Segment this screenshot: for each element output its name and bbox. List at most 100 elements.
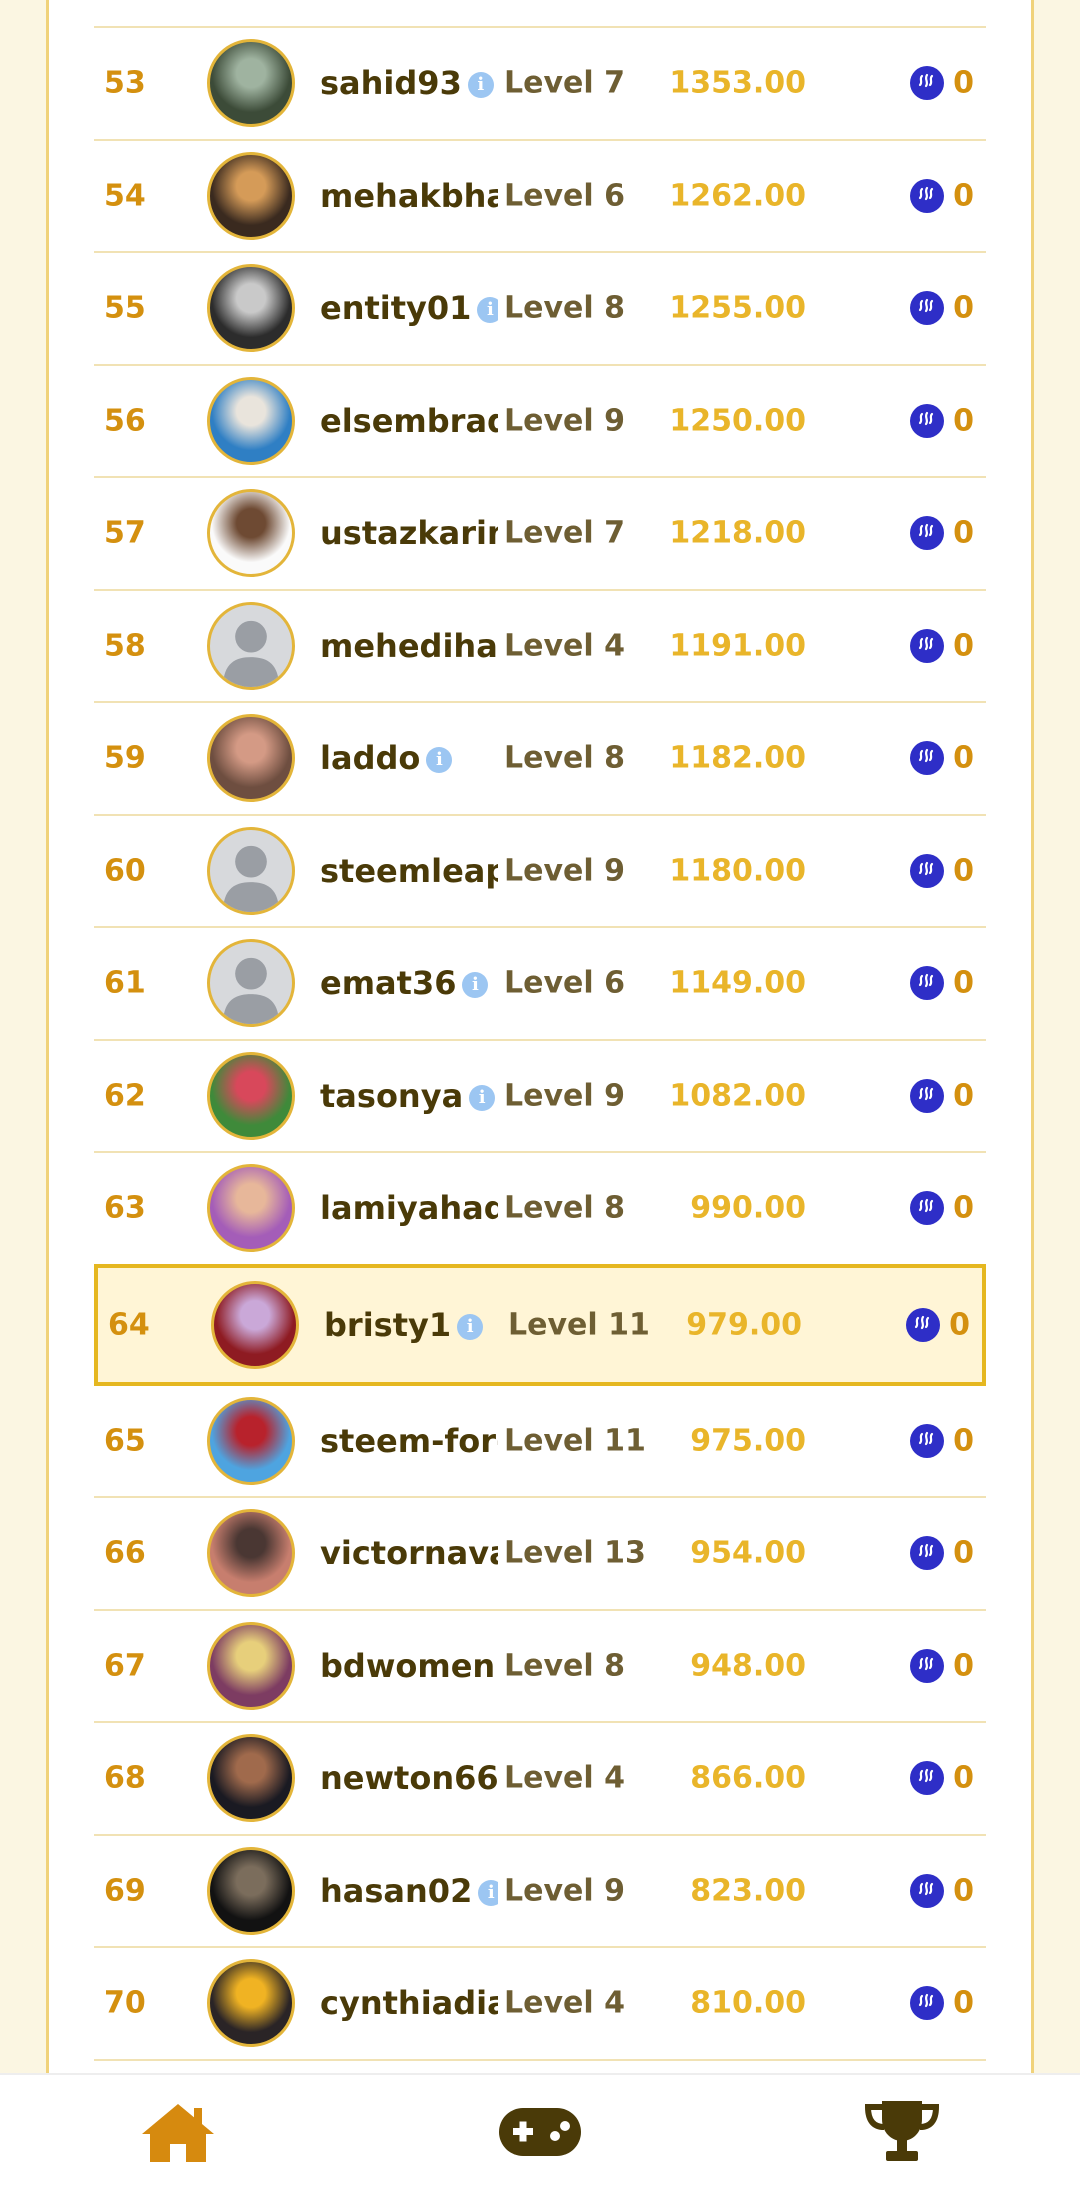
username[interactable]: mehakbhat [320,177,498,215]
avatar[interactable] [207,151,295,240]
avatar[interactable] [207,264,295,353]
level-label: Level 7 [504,515,625,551]
reward-value: 0 [953,853,974,889]
username[interactable]: bristy1 i [324,1306,502,1344]
avatar[interactable] [207,1734,295,1823]
username[interactable]: bdwomeni [320,1647,498,1685]
info-icon[interactable]: i [457,1313,484,1340]
username-text: lamiyahaq [320,1189,498,1228]
avatar[interactable] [207,1621,295,1710]
username[interactable]: cynthiadian [320,1984,498,2022]
level-label: Level 8 [504,290,625,326]
info-icon[interactable]: i [426,747,453,774]
info-icon[interactable]: i [462,972,489,999]
avatar[interactable] [207,1509,295,1598]
username[interactable]: laddo i [320,739,498,777]
username[interactable]: lamiyahaq [320,1189,498,1227]
points-value: 948.00 [690,1648,806,1684]
user-silhouette-icon [223,845,279,912]
username[interactable]: steem-for- [320,1422,498,1460]
leaderboard-row[interactable]: 65 steem-for- Level 11 975.00 0 [94,1386,986,1498]
username[interactable]: sahid93 i [320,64,498,102]
username-text: mehakbhat [320,176,498,215]
leaderboard-row[interactable]: 60 steemleap Level 9 1180.00 0 [94,816,986,928]
level-label: Level 8 [504,740,625,776]
avatar[interactable] [207,1846,295,1935]
avatar[interactable] [207,714,295,803]
username[interactable]: victornava [320,1534,498,1572]
leaderboard-row-current-user[interactable]: 64 bristy1 i Level 11 979.00 0 [94,1263,986,1386]
level-label: Level 6 [504,965,625,1001]
points-value: 1149.00 [669,965,806,1001]
points-value: 990.00 [690,1190,806,1226]
steem-coin-icon [910,628,944,663]
leaderboard-row[interactable]: 58 mehedihas Level 4 1191.00 0 [94,591,986,703]
points-value: 1262.00 [669,178,806,214]
username-text: hasan02 [320,1871,473,1910]
avatar[interactable] [207,39,295,128]
username[interactable]: emat36 i [320,964,498,1002]
points-value: 810.00 [690,1985,806,2021]
level-label: Level 11 [508,1307,650,1342]
user-silhouette-icon [223,958,279,1025]
points-value: 1182.00 [669,740,806,776]
info-icon[interactable]: i [478,1879,498,1906]
reward-value: 0 [953,1078,974,1114]
points-value: 975.00 [690,1423,806,1459]
leaderboard-row[interactable]: 70 cynthiadian Level 4 810.00 0 [94,1948,986,2061]
avatar-placeholder[interactable] [207,826,295,915]
leaderboard-row[interactable]: 63 lamiyahaq Level 8 990.00 0 [94,1153,986,1266]
leaderboard-row[interactable]: 53 sahid93 i Level 7 1353.00 0 [94,28,986,141]
username[interactable]: steemleap [320,852,498,890]
username[interactable]: ustazkarim [320,514,498,552]
points-value: 866.00 [690,1760,806,1796]
username-text: sahid93 [320,64,462,103]
nav-games-button[interactable] [440,2075,640,2189]
avatar[interactable] [207,1051,295,1140]
nav-leaderboard-button[interactable] [802,2075,1002,2189]
points-value: 1191.00 [669,628,806,664]
rank-number: 66 [104,1535,146,1571]
avatar[interactable] [207,489,295,578]
leaderboard-row[interactable]: 67 bdwomeni Level 8 948.00 0 [94,1611,986,1723]
avatar-placeholder[interactable] [207,939,295,1028]
username-text: cynthiadian [320,1984,498,2023]
leaderboard-row[interactable]: 56 elsembradc Level 9 1250.00 0 [94,366,986,478]
steem-coin-icon [910,66,944,101]
rank-number: 58 [104,628,146,664]
info-icon[interactable]: i [469,1084,496,1111]
level-label: Level 9 [504,853,625,889]
leaderboard-row[interactable]: 55 entity01 i Level 8 1255.00 0 [94,253,986,366]
leaderboard-row[interactable]: 61 emat36 i Level 6 1149.00 0 [94,928,986,1041]
nav-home-button[interactable] [78,2075,278,2189]
rank-number: 53 [104,65,146,101]
leaderboard-row[interactable]: 59 laddo i Level 8 1182.00 0 [94,703,986,816]
username[interactable]: entity01 i [320,289,498,327]
leaderboard-row[interactable]: 69 hasan02 i Level 9 823.00 0 [94,1836,986,1948]
username[interactable]: elsembradc [320,402,498,440]
rank-number: 63 [104,1190,146,1226]
level-label: Level 9 [504,1078,625,1114]
leaderboard-row[interactable]: 62 tasonya i Level 9 1082.00 0 [94,1041,986,1153]
avatar[interactable] [207,1396,295,1485]
username[interactable]: newton666 [320,1759,498,1797]
leaderboard-row[interactable]: 66 victornava Level 13 954.00 0 [94,1498,986,1611]
level-label: Level 4 [504,628,625,664]
leaderboard-row[interactable]: 57 ustazkarim Level 7 1218.00 0 [94,478,986,591]
info-icon[interactable]: i [477,297,498,324]
avatar[interactable] [207,1959,295,2048]
leaderboard-row[interactable]: 54 mehakbhat Level 6 1262.00 0 [94,141,986,253]
username[interactable]: hasan02 i [320,1872,498,1910]
username[interactable]: mehedihas [320,627,498,665]
rank-number: 61 [104,965,146,1001]
points-value: 954.00 [690,1535,806,1571]
avatar[interactable] [211,1280,299,1369]
info-icon[interactable]: i [467,72,494,99]
leaderboard-row[interactable]: 68 newton666 Level 4 866.00 0 [94,1723,986,1836]
avatar[interactable] [207,1164,295,1253]
avatar[interactable] [207,376,295,465]
reward-value: 0 [953,965,974,1001]
avatar-placeholder[interactable] [207,601,295,690]
username[interactable]: tasonya i [320,1077,498,1115]
reward-value: 0 [953,740,974,776]
